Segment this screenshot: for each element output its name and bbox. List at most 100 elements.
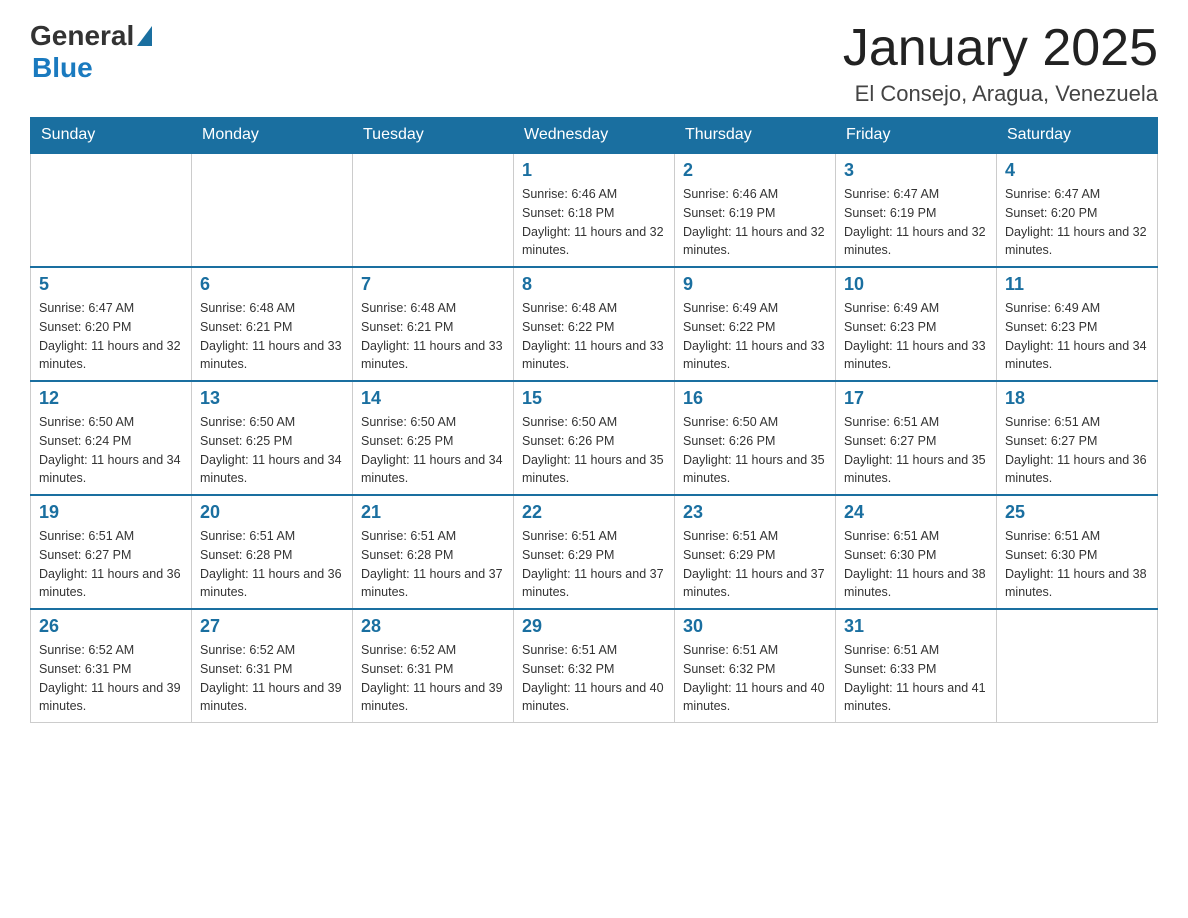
- cell-day-number: 24: [844, 502, 988, 523]
- calendar-cell: 11Sunrise: 6:49 AM Sunset: 6:23 PM Dayli…: [997, 267, 1158, 381]
- cell-day-number: 5: [39, 274, 183, 295]
- cell-day-number: 9: [683, 274, 827, 295]
- cell-day-number: 6: [200, 274, 344, 295]
- calendar-cell: 8 Sunrise: 6:48 AM Sunset: 6:22 PM Daylig…: [514, 267, 675, 381]
- cell-day-number: 26: [39, 616, 183, 637]
- header-monday: Monday: [192, 118, 353, 154]
- cell-info: Sunrise: 6:51 AM Sunset: 6:29 PM Dayligh…: [683, 527, 827, 602]
- cell-day-number: 27: [200, 616, 344, 637]
- subtitle: El Consejo, Aragua, Venezuela: [843, 81, 1158, 107]
- calendar-cell: 31Sunrise: 6:51 AM Sunset: 6:33 PM Dayli…: [836, 609, 997, 723]
- cell-day-number: 18: [1005, 388, 1149, 409]
- calendar-cell: 28 Sunrise: 6:52 AM Sunset: 6:31 PM Dayli…: [353, 609, 514, 723]
- calendar-cell: 22Sunrise: 6:51 AM Sunset: 6:29 PM Dayli…: [514, 495, 675, 609]
- calendar-cell: 21Sunrise: 6:51 AM Sunset: 6:28 PM Dayli…: [353, 495, 514, 609]
- week-row-3: 12 Sunrise: 6:50 AM Sunset: 6:24 PM Dayli…: [31, 381, 1158, 495]
- calendar-table: SundayMondayTuesdayWednesdayThursdayFrid…: [30, 117, 1158, 723]
- cell-day-number: 16: [683, 388, 827, 409]
- calendar-cell: 5 Sunrise: 6:47 AM Sunset: 6:20 PM Daylig…: [31, 267, 192, 381]
- calendar-cell: 25 Sunrise: 6:51 AM Sunset: 6:30 PM Dayli…: [997, 495, 1158, 609]
- cell-info: Sunrise: 6:46 AM Sunset: 6:18 PM Dayligh…: [522, 185, 666, 260]
- header-tuesday: Tuesday: [353, 118, 514, 154]
- cell-info: Sunrise: 6:50 AM Sunset: 6:26 PM Dayligh…: [522, 413, 666, 488]
- cell-day-number: 10: [844, 274, 988, 295]
- calendar-cell: 6Sunrise: 6:48 AM Sunset: 6:21 PM Daylig…: [192, 267, 353, 381]
- cell-info: Sunrise: 6:51 AM Sunset: 6:32 PM Dayligh…: [522, 641, 666, 716]
- cell-day-number: 7: [361, 274, 505, 295]
- calendar-cell: 3Sunrise: 6:47 AM Sunset: 6:19 PM Daylig…: [836, 153, 997, 267]
- cell-day-number: 3: [844, 160, 988, 181]
- cell-day-number: 30: [683, 616, 827, 637]
- cell-day-number: 4: [1005, 160, 1149, 181]
- cell-day-number: 23: [683, 502, 827, 523]
- cell-day-number: 11: [1005, 274, 1149, 295]
- calendar-cell: 10Sunrise: 6:49 AM Sunset: 6:23 PM Dayli…: [836, 267, 997, 381]
- cell-day-number: 29: [522, 616, 666, 637]
- calendar-cell: [31, 153, 192, 267]
- calendar-cell: 27 Sunrise: 6:52 AM Sunset: 6:31 PM Dayli…: [192, 609, 353, 723]
- calendar-cell: 23 Sunrise: 6:51 AM Sunset: 6:29 PM Dayli…: [675, 495, 836, 609]
- cell-info: Sunrise: 6:50 AM Sunset: 6:24 PM Dayligh…: [39, 413, 183, 488]
- cell-day-number: 20: [200, 502, 344, 523]
- cell-day-number: 12: [39, 388, 183, 409]
- calendar-cell: 24 Sunrise: 6:51 AM Sunset: 6:30 PM Dayli…: [836, 495, 997, 609]
- calendar-cell: 1 Sunrise: 6:46 AM Sunset: 6:18 PM Daylig…: [514, 153, 675, 267]
- calendar-cell: 18Sunrise: 6:51 AM Sunset: 6:27 PM Dayli…: [997, 381, 1158, 495]
- logo-blue-text: Blue: [32, 52, 93, 84]
- cell-day-number: 17: [844, 388, 988, 409]
- header-friday: Friday: [836, 118, 997, 154]
- calendar-cell: [192, 153, 353, 267]
- cell-info: Sunrise: 6:52 AM Sunset: 6:31 PM Dayligh…: [361, 641, 505, 716]
- cell-day-number: 19: [39, 502, 183, 523]
- header-wednesday: Wednesday: [514, 118, 675, 154]
- cell-day-number: 25: [1005, 502, 1149, 523]
- header-saturday: Saturday: [997, 118, 1158, 154]
- cell-info: Sunrise: 6:46 AM Sunset: 6:19 PM Dayligh…: [683, 185, 827, 260]
- cell-info: Sunrise: 6:50 AM Sunset: 6:25 PM Dayligh…: [361, 413, 505, 488]
- calendar-cell: 16 Sunrise: 6:50 AM Sunset: 6:26 PM Dayli…: [675, 381, 836, 495]
- calendar-cell: 17 Sunrise: 6:51 AM Sunset: 6:27 PM Dayli…: [836, 381, 997, 495]
- header-thursday: Thursday: [675, 118, 836, 154]
- cell-info: Sunrise: 6:51 AM Sunset: 6:28 PM Dayligh…: [361, 527, 505, 602]
- cell-info: Sunrise: 6:47 AM Sunset: 6:20 PM Dayligh…: [1005, 185, 1149, 260]
- cell-info: Sunrise: 6:51 AM Sunset: 6:33 PM Dayligh…: [844, 641, 988, 716]
- page-header: General Blue January 2025 El Consejo, Ar…: [30, 20, 1158, 107]
- cell-day-number: 8: [522, 274, 666, 295]
- cell-info: Sunrise: 6:48 AM Sunset: 6:21 PM Dayligh…: [361, 299, 505, 374]
- cell-info: Sunrise: 6:51 AM Sunset: 6:27 PM Dayligh…: [844, 413, 988, 488]
- cell-day-number: 2: [683, 160, 827, 181]
- calendar-cell: 12 Sunrise: 6:50 AM Sunset: 6:24 PM Dayli…: [31, 381, 192, 495]
- calendar-cell: 20 Sunrise: 6:51 AM Sunset: 6:28 PM Dayli…: [192, 495, 353, 609]
- cell-day-number: 15: [522, 388, 666, 409]
- cell-info: Sunrise: 6:50 AM Sunset: 6:26 PM Dayligh…: [683, 413, 827, 488]
- cell-day-number: 14: [361, 388, 505, 409]
- title-area: January 2025 El Consejo, Aragua, Venezue…: [843, 20, 1158, 107]
- calendar-cell: 7 Sunrise: 6:48 AM Sunset: 6:21 PM Daylig…: [353, 267, 514, 381]
- week-row-5: 26 Sunrise: 6:52 AM Sunset: 6:31 PM Dayli…: [31, 609, 1158, 723]
- cell-day-number: 13: [200, 388, 344, 409]
- cell-info: Sunrise: 6:47 AM Sunset: 6:20 PM Dayligh…: [39, 299, 183, 374]
- cell-info: Sunrise: 6:51 AM Sunset: 6:30 PM Dayligh…: [1005, 527, 1149, 602]
- cell-info: Sunrise: 6:48 AM Sunset: 6:22 PM Dayligh…: [522, 299, 666, 374]
- calendar-cell: 30 Sunrise: 6:51 AM Sunset: 6:32 PM Dayli…: [675, 609, 836, 723]
- header-sunday: Sunday: [31, 118, 192, 154]
- calendar-cell: 15 Sunrise: 6:50 AM Sunset: 6:26 PM Dayli…: [514, 381, 675, 495]
- cell-info: Sunrise: 6:51 AM Sunset: 6:30 PM Dayligh…: [844, 527, 988, 602]
- calendar-header-row: SundayMondayTuesdayWednesdayThursdayFrid…: [31, 118, 1158, 154]
- cell-day-number: 28: [361, 616, 505, 637]
- cell-day-number: 22: [522, 502, 666, 523]
- week-row-1: 1 Sunrise: 6:46 AM Sunset: 6:18 PM Daylig…: [31, 153, 1158, 267]
- cell-info: Sunrise: 6:51 AM Sunset: 6:28 PM Dayligh…: [200, 527, 344, 602]
- cell-info: Sunrise: 6:51 AM Sunset: 6:32 PM Dayligh…: [683, 641, 827, 716]
- week-row-4: 19Sunrise: 6:51 AM Sunset: 6:27 PM Dayli…: [31, 495, 1158, 609]
- logo: General Blue: [30, 20, 152, 84]
- main-title: January 2025: [843, 20, 1158, 77]
- cell-info: Sunrise: 6:52 AM Sunset: 6:31 PM Dayligh…: [39, 641, 183, 716]
- calendar-cell: 4 Sunrise: 6:47 AM Sunset: 6:20 PM Daylig…: [997, 153, 1158, 267]
- calendar-cell: [353, 153, 514, 267]
- week-row-2: 5 Sunrise: 6:47 AM Sunset: 6:20 PM Daylig…: [31, 267, 1158, 381]
- calendar-cell: 14 Sunrise: 6:50 AM Sunset: 6:25 PM Dayli…: [353, 381, 514, 495]
- cell-info: Sunrise: 6:52 AM Sunset: 6:31 PM Dayligh…: [200, 641, 344, 716]
- cell-info: Sunrise: 6:49 AM Sunset: 6:22 PM Dayligh…: [683, 299, 827, 374]
- cell-day-number: 1: [522, 160, 666, 181]
